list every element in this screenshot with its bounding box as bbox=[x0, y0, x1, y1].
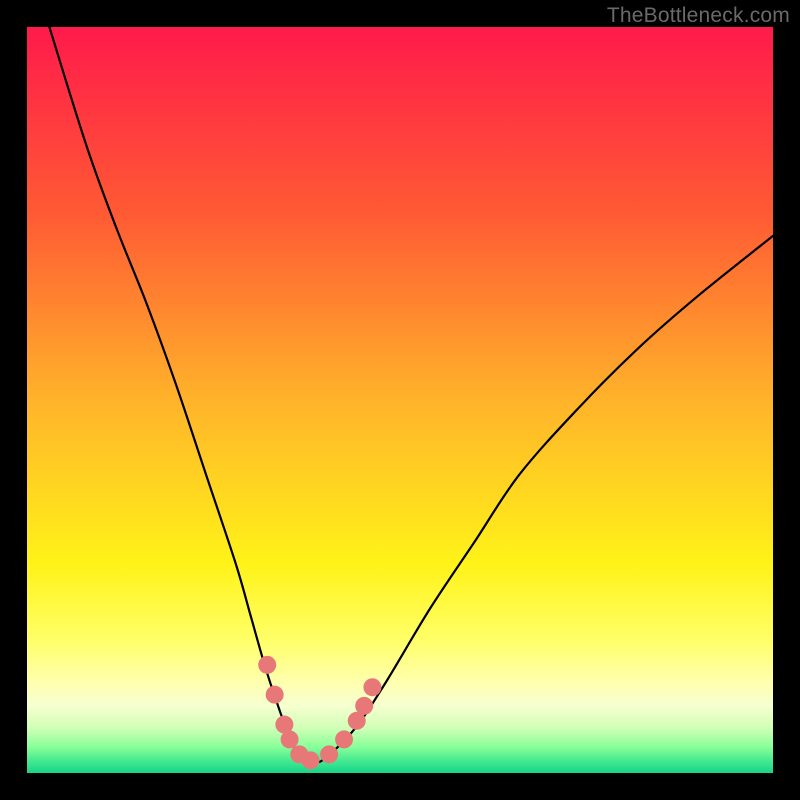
highlight-dot bbox=[355, 697, 373, 715]
highlight-dot bbox=[281, 730, 299, 748]
highlight-dot bbox=[320, 745, 338, 763]
watermark-label: TheBottleneck.com bbox=[607, 4, 790, 28]
highlight-dot bbox=[363, 678, 381, 696]
highlight-dot bbox=[266, 686, 284, 704]
bottleneck-chart bbox=[27, 27, 773, 773]
highlight-dot bbox=[301, 751, 319, 769]
highlight-dot bbox=[335, 730, 353, 748]
chart-frame: TheBottleneck.com bbox=[0, 0, 800, 800]
plot-area bbox=[27, 27, 773, 773]
highlight-dot bbox=[258, 656, 276, 674]
gradient-background bbox=[27, 27, 773, 773]
